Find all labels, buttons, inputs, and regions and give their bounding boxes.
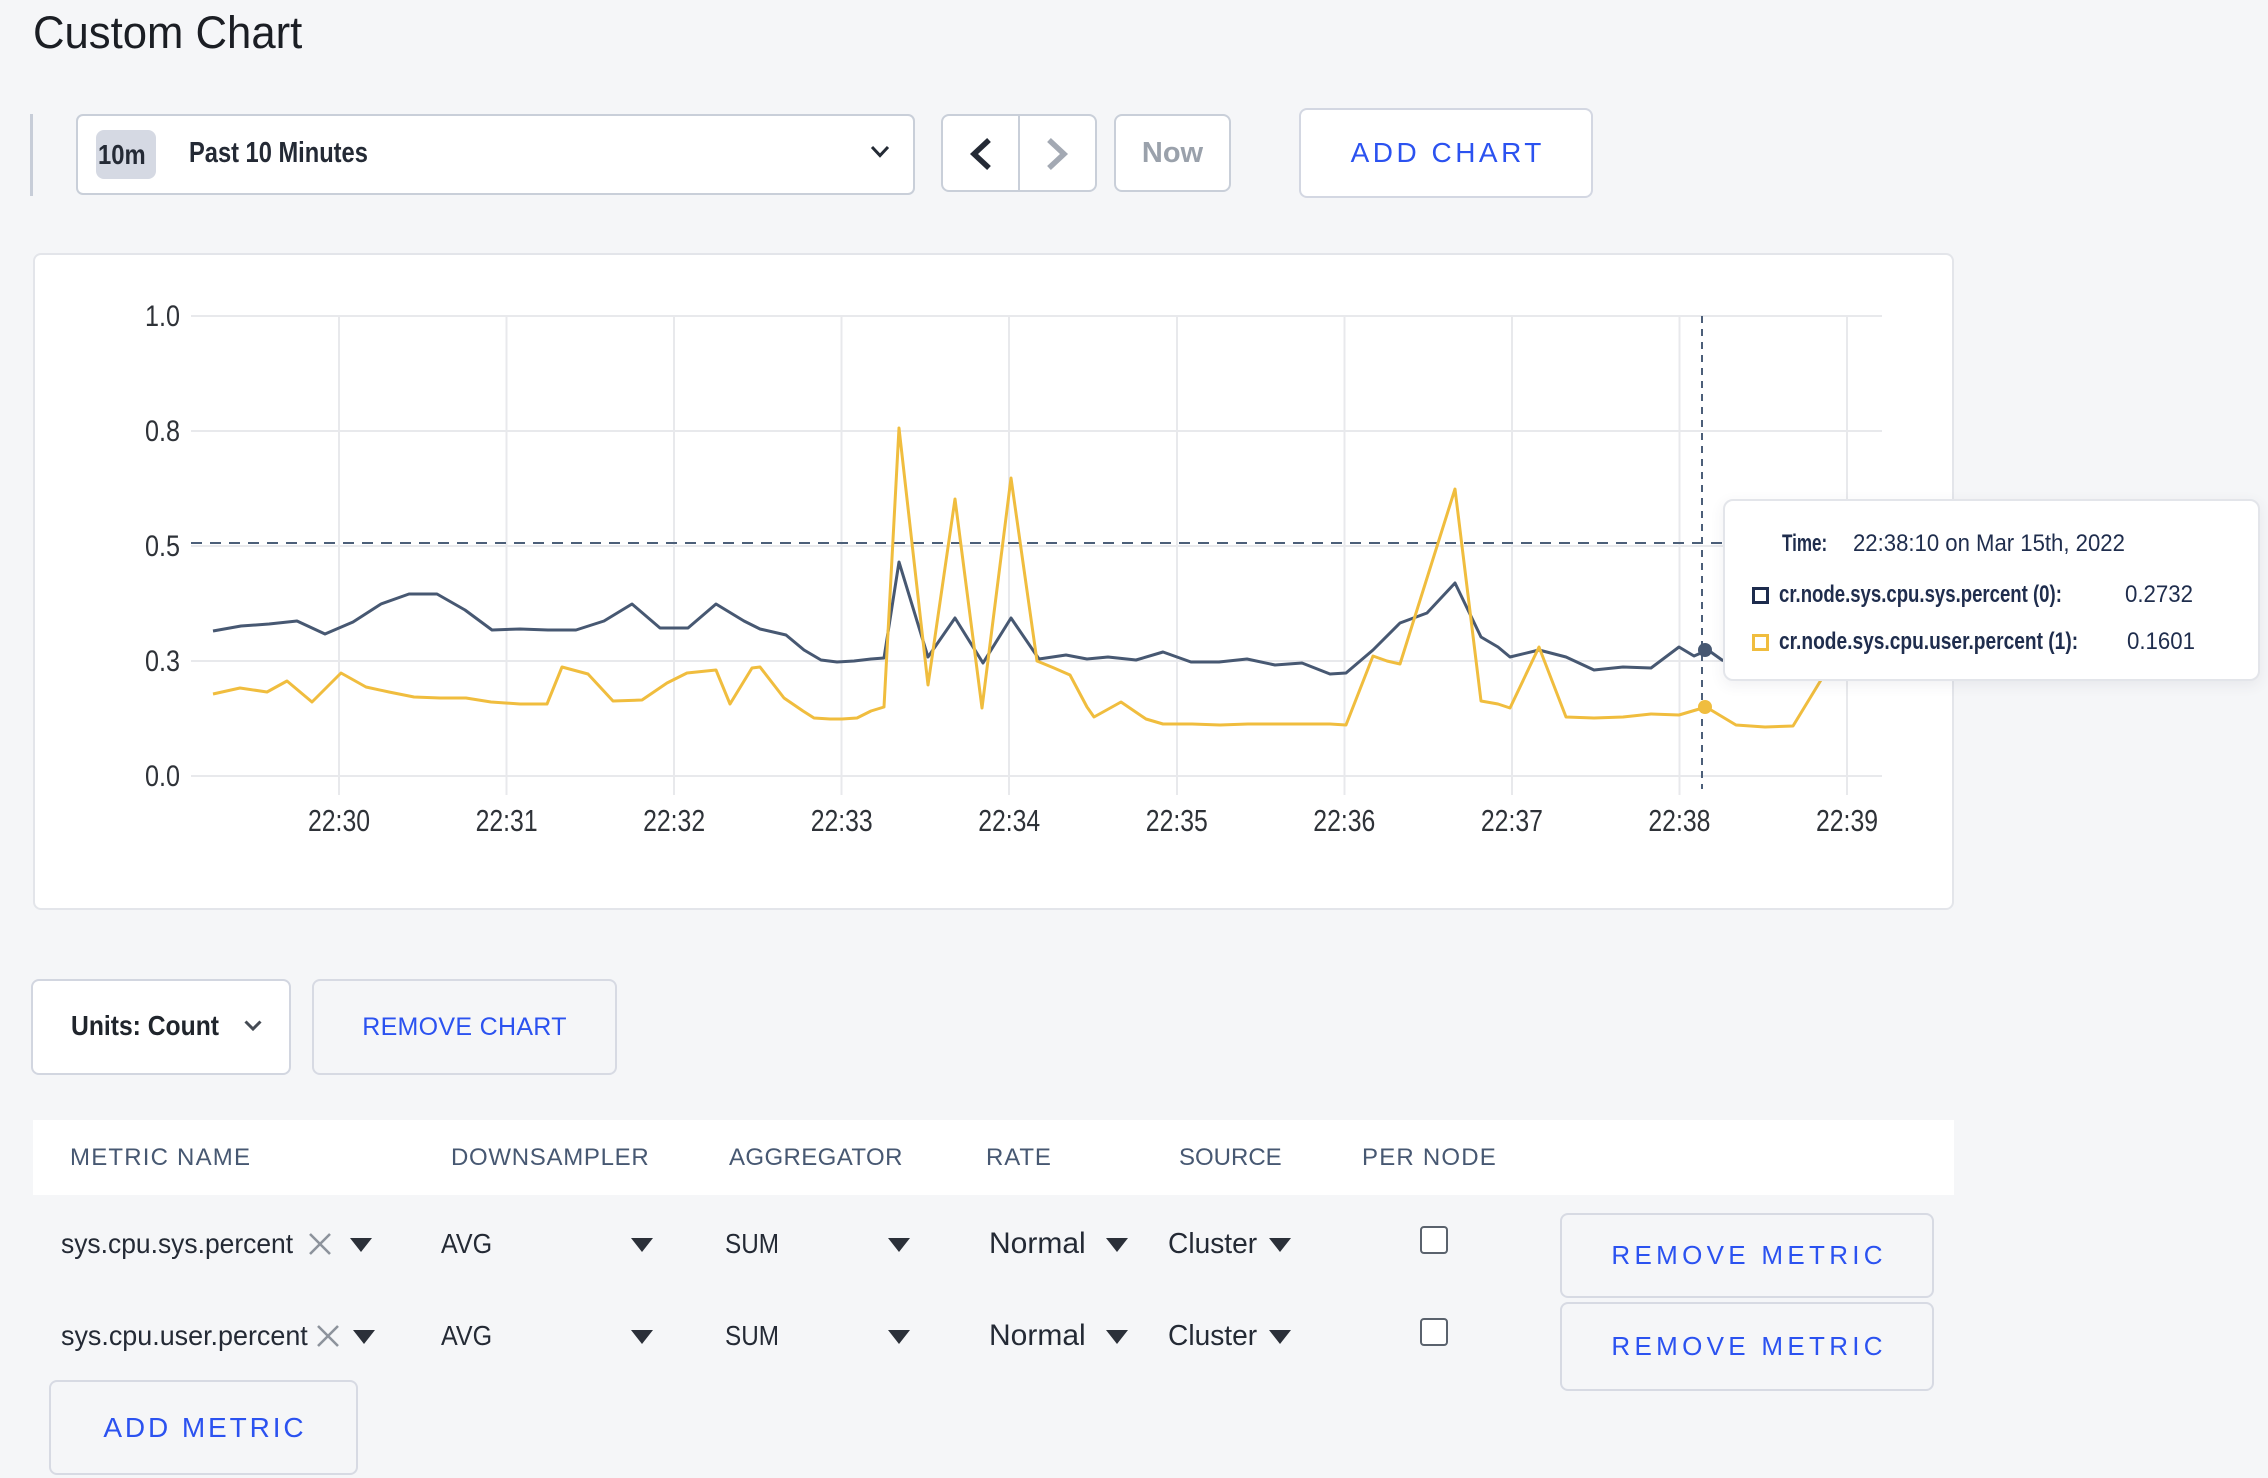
svg-text:22:39: 22:39	[1816, 803, 1878, 838]
svg-text:22:31: 22:31	[476, 803, 538, 838]
svg-text:0.0: 0.0	[145, 760, 180, 793]
svg-text:22:36: 22:36	[1313, 803, 1375, 838]
svg-text:22:38: 22:38	[1648, 803, 1710, 838]
svg-text:0.5: 0.5	[145, 530, 180, 563]
svg-text:0.3: 0.3	[145, 645, 180, 678]
svg-text:22:37: 22:37	[1481, 803, 1543, 838]
svg-text:22:33: 22:33	[811, 803, 873, 838]
svg-text:0.8: 0.8	[145, 415, 180, 448]
svg-text:22:32: 22:32	[643, 803, 705, 838]
svg-text:22:30: 22:30	[308, 803, 370, 838]
svg-text:1.0: 1.0	[145, 300, 180, 333]
svg-text:22:35: 22:35	[1146, 803, 1208, 838]
svg-text:22:34: 22:34	[978, 803, 1040, 838]
